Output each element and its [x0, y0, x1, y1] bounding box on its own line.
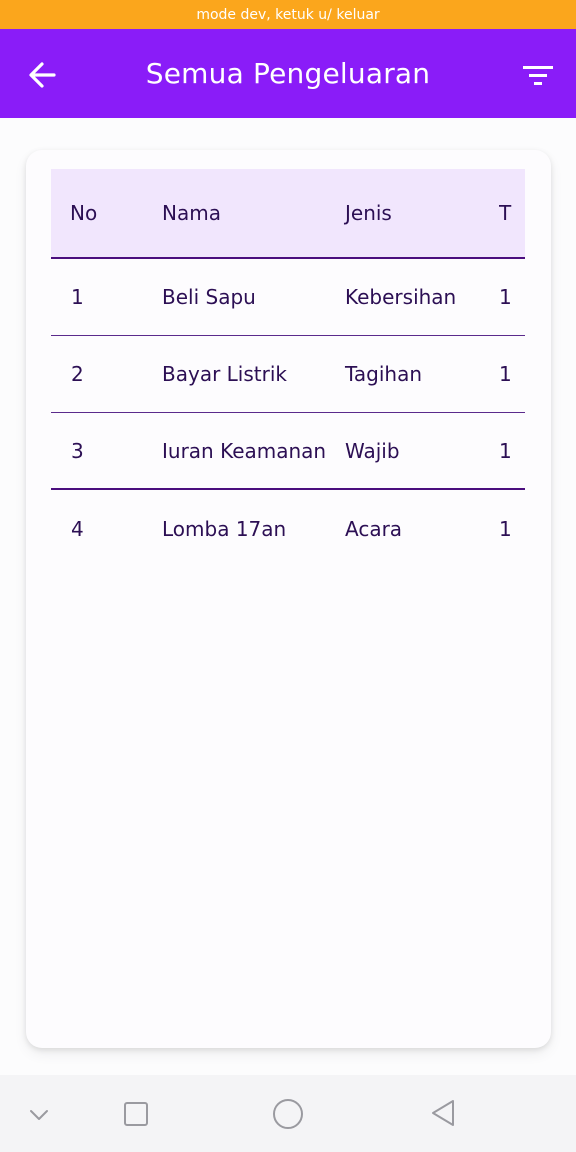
system-nav-bar	[0, 1075, 576, 1152]
cell-no: 2	[71, 362, 84, 386]
table-row[interactable]: 2 Bayar Listrik Tagihan 1	[51, 336, 525, 413]
cell-partial: 1	[499, 516, 512, 541]
cell-nama: Lomba 17an	[162, 516, 287, 541]
header-partial: T	[499, 201, 512, 225]
cell-partial: 1	[499, 362, 512, 386]
cell-jenis: Wajib	[345, 438, 400, 463]
cell-no: 3	[71, 438, 84, 463]
expense-card: No Nama Jenis T 1 Beli Sapu Kebersihan 1…	[26, 150, 551, 1048]
cell-jenis: Tagihan	[345, 362, 423, 386]
nav-recents-button[interactable]	[120, 1098, 152, 1130]
nav-collapse-button[interactable]	[24, 1100, 54, 1130]
cell-nama: Iuran Keamanan	[162, 438, 327, 463]
dev-mode-banner[interactable]: mode dev, ketuk u/ keluar	[0, 0, 576, 29]
cell-nama: Bayar Listrik	[162, 362, 287, 386]
cell-nama: Beli Sapu	[162, 285, 256, 309]
nav-home-button[interactable]	[270, 1096, 306, 1132]
table-row[interactable]: 1 Beli Sapu Kebersihan 1	[51, 259, 525, 336]
header-no: No	[70, 201, 98, 225]
filter-button[interactable]	[518, 55, 558, 95]
chevron-down-icon	[30, 1110, 48, 1120]
cell-partial: 1	[499, 438, 512, 463]
table-row[interactable]: 4 Lomba 17an Acara 1	[51, 490, 525, 567]
table-row[interactable]: 3 Iuran Keamanan Wajib 1	[51, 413, 525, 490]
table-header: No Nama Jenis T	[51, 169, 525, 259]
expense-table: No Nama Jenis T 1 Beli Sapu Kebersihan 1…	[51, 169, 525, 567]
home-icon	[273, 1099, 303, 1129]
page-title: Semua Pengeluaran	[145, 57, 431, 90]
app-bar: Semua Pengeluaran	[0, 29, 576, 118]
cell-no: 1	[71, 285, 84, 309]
cell-no: 4	[71, 516, 84, 541]
cell-jenis: Kebersihan	[345, 285, 457, 309]
recent-apps-icon	[124, 1102, 148, 1126]
screen: mode dev, ketuk u/ keluar Semua Pengelua…	[0, 0, 576, 1152]
cell-jenis: Acara	[345, 516, 403, 541]
dev-mode-text: mode dev, ketuk u/ keluar	[196, 6, 380, 23]
cell-partial: 1	[499, 285, 512, 309]
back-icon	[432, 1100, 454, 1126]
nav-back-button[interactable]	[426, 1096, 460, 1130]
filter-icon	[523, 66, 553, 85]
header-jenis: Jenis	[345, 201, 392, 225]
header-nama: Nama	[162, 201, 221, 225]
